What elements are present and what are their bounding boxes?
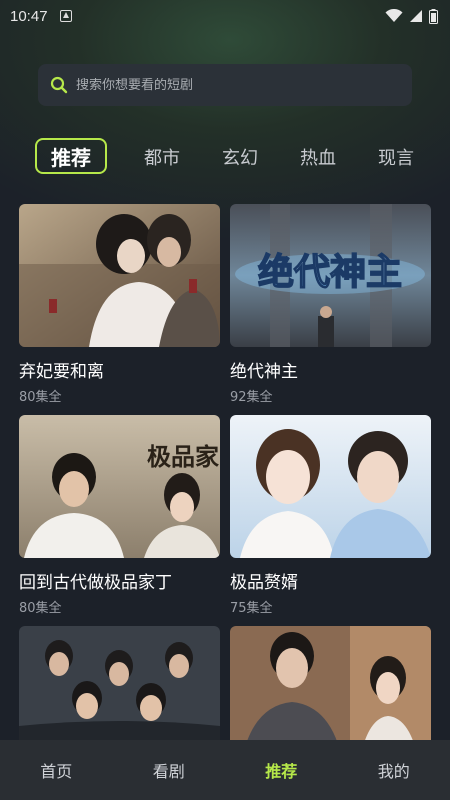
drama-episodes: 75集全 bbox=[230, 601, 273, 616]
search-icon bbox=[50, 76, 68, 94]
drama-card[interactable]: 绝代神主 绝代神主 92集全 bbox=[230, 204, 431, 405]
bottom-navigation: 首页 看剧 推荐 我的 bbox=[0, 740, 450, 800]
drama-title: 极品赘婿 bbox=[230, 573, 298, 593]
battery-icon bbox=[429, 8, 438, 24]
drama-poster[interactable]: 绝代神主 bbox=[230, 204, 431, 347]
search-bar[interactable] bbox=[38, 64, 412, 106]
search-input[interactable] bbox=[76, 77, 376, 93]
drama-card[interactable]: 极品家丁 回到古代做极品家丁 80集全 bbox=[19, 415, 220, 616]
nav-profile[interactable]: 我的 bbox=[338, 740, 450, 800]
poster-title-text: 极品家丁 bbox=[147, 442, 220, 471]
tab-recommend[interactable]: 推荐 bbox=[35, 138, 107, 174]
drama-episodes: 80集全 bbox=[19, 601, 62, 616]
drama-poster[interactable] bbox=[19, 204, 220, 347]
status-bar: 10:47 bbox=[0, 0, 450, 32]
status-icons bbox=[385, 8, 438, 24]
nav-watch[interactable]: 看剧 bbox=[113, 740, 226, 800]
notification-icon bbox=[59, 10, 72, 22]
drama-title: 回到古代做极品家丁 bbox=[19, 573, 172, 593]
signal-icon bbox=[410, 10, 422, 22]
drama-poster[interactable] bbox=[230, 415, 431, 558]
drama-episodes: 80集全 bbox=[19, 390, 62, 405]
drama-card[interactable]: 弃妃要和离 80集全 bbox=[19, 204, 220, 405]
category-tabs: 推荐 都市 玄幻 热血 现言 bbox=[0, 134, 450, 178]
poster-title-text: 绝代神主 bbox=[258, 251, 402, 293]
status-time: 10:47 bbox=[10, 7, 48, 25]
wifi-icon bbox=[385, 9, 403, 22]
nav-recommend[interactable]: 推荐 bbox=[225, 740, 338, 800]
drama-card[interactable]: 极品赘婿 75集全 bbox=[230, 415, 431, 616]
drama-title: 弃妃要和离 bbox=[19, 362, 104, 382]
drama-title: 绝代神主 bbox=[230, 362, 298, 382]
drama-poster[interactable]: 极品家丁 bbox=[19, 415, 220, 558]
drama-episodes: 92集全 bbox=[230, 390, 273, 405]
tab-fantasy[interactable]: 玄幻 bbox=[222, 144, 258, 170]
tab-action[interactable]: 热血 bbox=[300, 144, 336, 170]
nav-home[interactable]: 首页 bbox=[0, 740, 113, 800]
tab-modern-romance[interactable]: 现言 bbox=[378, 144, 414, 170]
tab-city[interactable]: 都市 bbox=[144, 144, 180, 170]
